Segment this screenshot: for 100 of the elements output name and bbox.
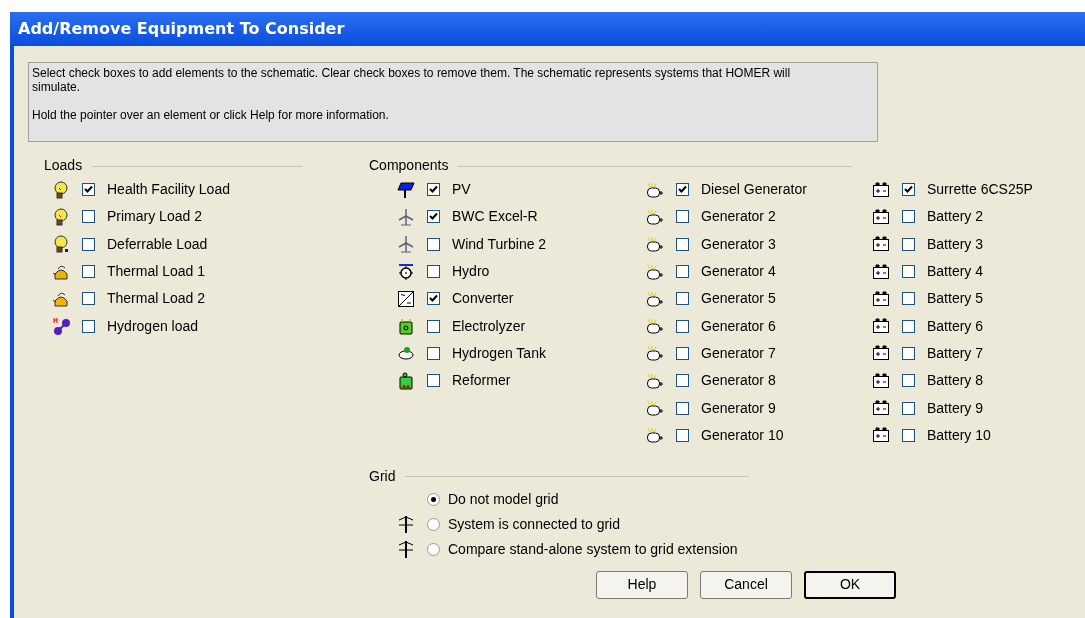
checkbox-label: Battery 8 bbox=[927, 371, 984, 391]
battery-icon bbox=[872, 180, 890, 199]
checkbox[interactable] bbox=[427, 319, 440, 333]
solar-panel-icon bbox=[397, 180, 415, 199]
checkbox[interactable] bbox=[82, 292, 95, 306]
checkbox-label: Generator 5 bbox=[701, 289, 776, 309]
battery-icon bbox=[872, 426, 890, 445]
dialog-button[interactable]: Help bbox=[596, 570, 688, 599]
checkbox-label: Health Facility Load bbox=[107, 180, 230, 200]
checkbox-label: Generator 10 bbox=[701, 425, 784, 445]
checkbox-label: Hydrogen Tank bbox=[452, 343, 546, 363]
checkbox-label: Reformer bbox=[452, 371, 511, 391]
checkbox[interactable] bbox=[676, 319, 689, 333]
section-title: Grid bbox=[369, 466, 396, 485]
checkbox-label: Hydro bbox=[452, 262, 490, 282]
section-title: Components bbox=[369, 156, 449, 174]
checkbox-label: Generator 3 bbox=[701, 234, 776, 254]
checkbox-label: Diesel Generator bbox=[701, 180, 807, 200]
checkbox[interactable] bbox=[427, 183, 440, 197]
checkbox-label: Generator 9 bbox=[701, 398, 776, 418]
wind-turbine-icon bbox=[397, 235, 415, 254]
checkbox[interactable] bbox=[82, 210, 95, 224]
generator-icon bbox=[646, 289, 664, 308]
checkbox[interactable] bbox=[676, 183, 689, 197]
checkbox[interactable] bbox=[902, 183, 915, 197]
tank-icon bbox=[397, 344, 415, 363]
checkbox[interactable] bbox=[902, 401, 915, 415]
checkbox-label: Deferrable Load bbox=[107, 234, 208, 254]
checkbox-label: Converter bbox=[452, 289, 514, 309]
checkbox[interactable] bbox=[82, 237, 95, 251]
battery-icon bbox=[872, 235, 890, 254]
checkbox[interactable] bbox=[676, 237, 689, 251]
wind-turbine-icon bbox=[397, 207, 415, 226]
checkbox[interactable] bbox=[902, 319, 915, 333]
checkbox[interactable] bbox=[902, 210, 915, 224]
checkbox[interactable] bbox=[676, 346, 689, 360]
checkbox-label: Generator 2 bbox=[701, 207, 776, 227]
checkbox[interactable] bbox=[902, 374, 915, 388]
window-title: Add/Remove Equipment To Consider bbox=[10, 12, 1085, 46]
checkbox-label: Battery 3 bbox=[927, 234, 984, 254]
generator-icon bbox=[646, 262, 664, 281]
section-title: Loads bbox=[44, 156, 83, 174]
checkbox[interactable] bbox=[676, 210, 689, 224]
checkbox[interactable] bbox=[82, 183, 95, 197]
radio-label: System is connected to grid bbox=[448, 514, 620, 534]
battery-icon bbox=[872, 371, 890, 390]
checkbox-label: PV bbox=[452, 180, 471, 200]
checkbox[interactable] bbox=[427, 265, 440, 279]
checkbox[interactable] bbox=[82, 265, 95, 279]
radio-button[interactable] bbox=[427, 517, 440, 531]
checkbox[interactable] bbox=[902, 265, 915, 279]
checkbox-label: Hydrogen load bbox=[107, 316, 199, 336]
checkbox[interactable] bbox=[676, 401, 689, 415]
checkbox[interactable] bbox=[902, 237, 915, 251]
bulb-icon bbox=[52, 180, 70, 199]
checkbox[interactable] bbox=[676, 265, 689, 279]
checkbox-label: Battery 5 bbox=[927, 289, 984, 309]
generator-icon bbox=[646, 426, 664, 445]
checkbox-label: Surrette 6CS25P bbox=[927, 180, 1033, 200]
checkbox-label: Battery 4 bbox=[927, 262, 984, 282]
checkbox[interactable] bbox=[902, 346, 915, 360]
radio-label: Do not model grid bbox=[448, 489, 559, 509]
converter-icon bbox=[397, 289, 415, 308]
radio-button[interactable] bbox=[427, 492, 440, 506]
generator-icon bbox=[646, 371, 664, 390]
generator-icon bbox=[646, 235, 664, 254]
power-pylon-icon bbox=[397, 540, 415, 559]
bulb-icon bbox=[52, 235, 70, 254]
checkbox[interactable] bbox=[427, 237, 440, 251]
radio-button[interactable] bbox=[427, 542, 440, 556]
checkbox[interactable] bbox=[902, 292, 915, 306]
checkbox-label: Thermal Load 2 bbox=[107, 289, 206, 309]
checkbox[interactable] bbox=[427, 374, 440, 388]
checkbox-label: Generator 4 bbox=[701, 262, 776, 282]
dialog-button[interactable]: Cancel bbox=[700, 570, 792, 599]
checkbox-label: Generator 8 bbox=[701, 371, 776, 391]
checkbox-label: BWC Excel-R bbox=[452, 207, 538, 227]
checkbox-label: Battery 6 bbox=[927, 316, 984, 336]
checkbox-label: Generator 7 bbox=[701, 343, 776, 363]
checkbox[interactable] bbox=[427, 346, 440, 360]
help-text: Select check boxes to add elements to the schematic. Clear check boxes to remove them. The schematic represents systems that HOMER will simulate. bbox=[32, 66, 792, 94]
checkbox[interactable] bbox=[676, 428, 689, 442]
dialog-button[interactable]: OK bbox=[804, 570, 896, 599]
checkbox[interactable] bbox=[902, 428, 915, 442]
bulb-icon bbox=[52, 207, 70, 226]
molecule-icon bbox=[52, 317, 70, 336]
generator-icon bbox=[646, 207, 664, 226]
help-text: Hold the pointer over an element or click Help for more information. bbox=[32, 108, 390, 122]
checkbox[interactable] bbox=[427, 210, 440, 224]
checkbox[interactable] bbox=[427, 292, 440, 306]
electrolyzer-icon bbox=[397, 317, 415, 336]
checkbox[interactable] bbox=[82, 319, 95, 333]
checkbox[interactable] bbox=[676, 292, 689, 306]
water-wheel-icon bbox=[397, 262, 415, 281]
checkbox-label: Thermal Load 1 bbox=[107, 262, 206, 282]
checkbox-label: Battery 2 bbox=[927, 207, 984, 227]
checkbox[interactable] bbox=[676, 374, 689, 388]
generator-icon bbox=[646, 317, 664, 336]
checkbox-label: Primary Load 2 bbox=[107, 207, 202, 227]
battery-icon bbox=[872, 317, 890, 336]
